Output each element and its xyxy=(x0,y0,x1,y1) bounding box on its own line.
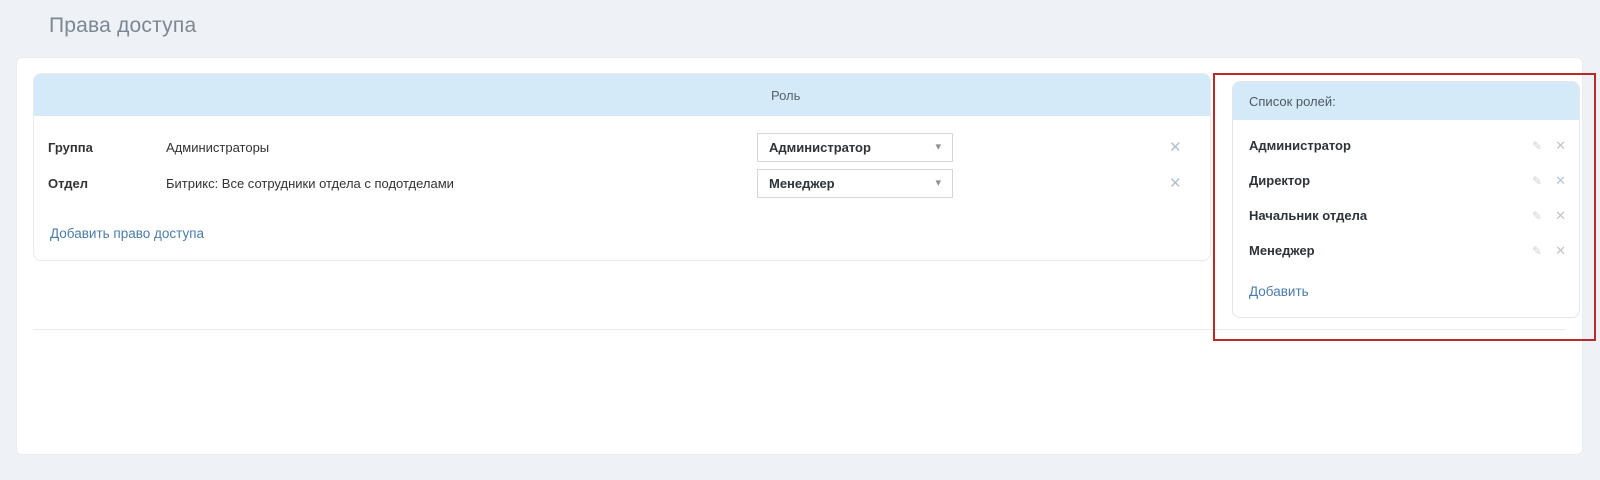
list-item: Менеджер ✎ ✕ xyxy=(1233,233,1579,268)
edit-pencil-icon[interactable]: ✎ xyxy=(1532,244,1542,258)
role-name: Директор xyxy=(1249,173,1532,188)
table-row: Группа Администраторы Администратор ▾ ✕ xyxy=(34,129,1210,165)
chevron-down-icon: ▾ xyxy=(935,142,941,153)
role-name: Менеджер xyxy=(1249,243,1532,258)
add-access-right-link[interactable]: Добавить право доступа xyxy=(50,226,204,241)
edit-pencil-icon[interactable]: ✎ xyxy=(1532,174,1542,188)
chevron-down-icon: ▾ xyxy=(935,178,941,189)
role-select-dropdown[interactable]: Администратор ▾ xyxy=(757,133,953,162)
access-rights-card: Роль Группа Администраторы Администратор… xyxy=(33,73,1211,261)
list-item: Начальник отдела ✎ ✕ xyxy=(1233,198,1579,233)
delete-role-icon[interactable]: ✕ xyxy=(1555,208,1566,224)
remove-row-icon[interactable]: ✕ xyxy=(1169,140,1182,155)
role-select-dropdown[interactable]: Менеджер ▾ xyxy=(757,169,953,198)
roles-list-card: Список ролей: Администратор ✎ ✕ Директор… xyxy=(1232,81,1580,318)
list-item: Администратор ✎ ✕ xyxy=(1233,128,1579,163)
role-select-value: Администратор xyxy=(769,140,871,155)
table-row: Отдел Битрикс: Все сотрудники отдела с п… xyxy=(34,165,1210,201)
role-name: Администратор xyxy=(1249,138,1532,153)
edit-pencil-icon[interactable]: ✎ xyxy=(1532,209,1542,223)
delete-role-icon[interactable]: ✕ xyxy=(1555,173,1566,189)
access-row-type: Группа xyxy=(34,140,166,155)
delete-role-icon[interactable]: ✕ xyxy=(1555,243,1566,259)
access-row-name: Администраторы xyxy=(166,140,757,155)
roles-list-header: Список ролей: xyxy=(1233,82,1579,120)
role-column-header: Роль xyxy=(771,88,800,103)
delete-role-icon[interactable]: ✕ xyxy=(1555,138,1566,154)
add-role-link[interactable]: Добавить xyxy=(1249,284,1309,299)
access-row-name: Битрикс: Все сотрудники отдела с подотде… xyxy=(166,176,757,191)
remove-row-icon[interactable]: ✕ xyxy=(1169,176,1182,191)
edit-pencil-icon[interactable]: ✎ xyxy=(1532,139,1542,153)
access-row-type: Отдел xyxy=(34,176,166,191)
role-select-value: Менеджер xyxy=(769,176,835,191)
access-card-header: Роль xyxy=(34,74,1210,116)
list-item: Директор ✎ ✕ xyxy=(1233,163,1579,198)
role-name: Начальник отдела xyxy=(1249,208,1532,223)
roles-panel-highlight: Список ролей: Администратор ✎ ✕ Директор… xyxy=(1213,73,1596,341)
page-title: Права доступа xyxy=(49,14,196,38)
access-rights-container: Роль Группа Администраторы Администратор… xyxy=(16,57,1583,455)
